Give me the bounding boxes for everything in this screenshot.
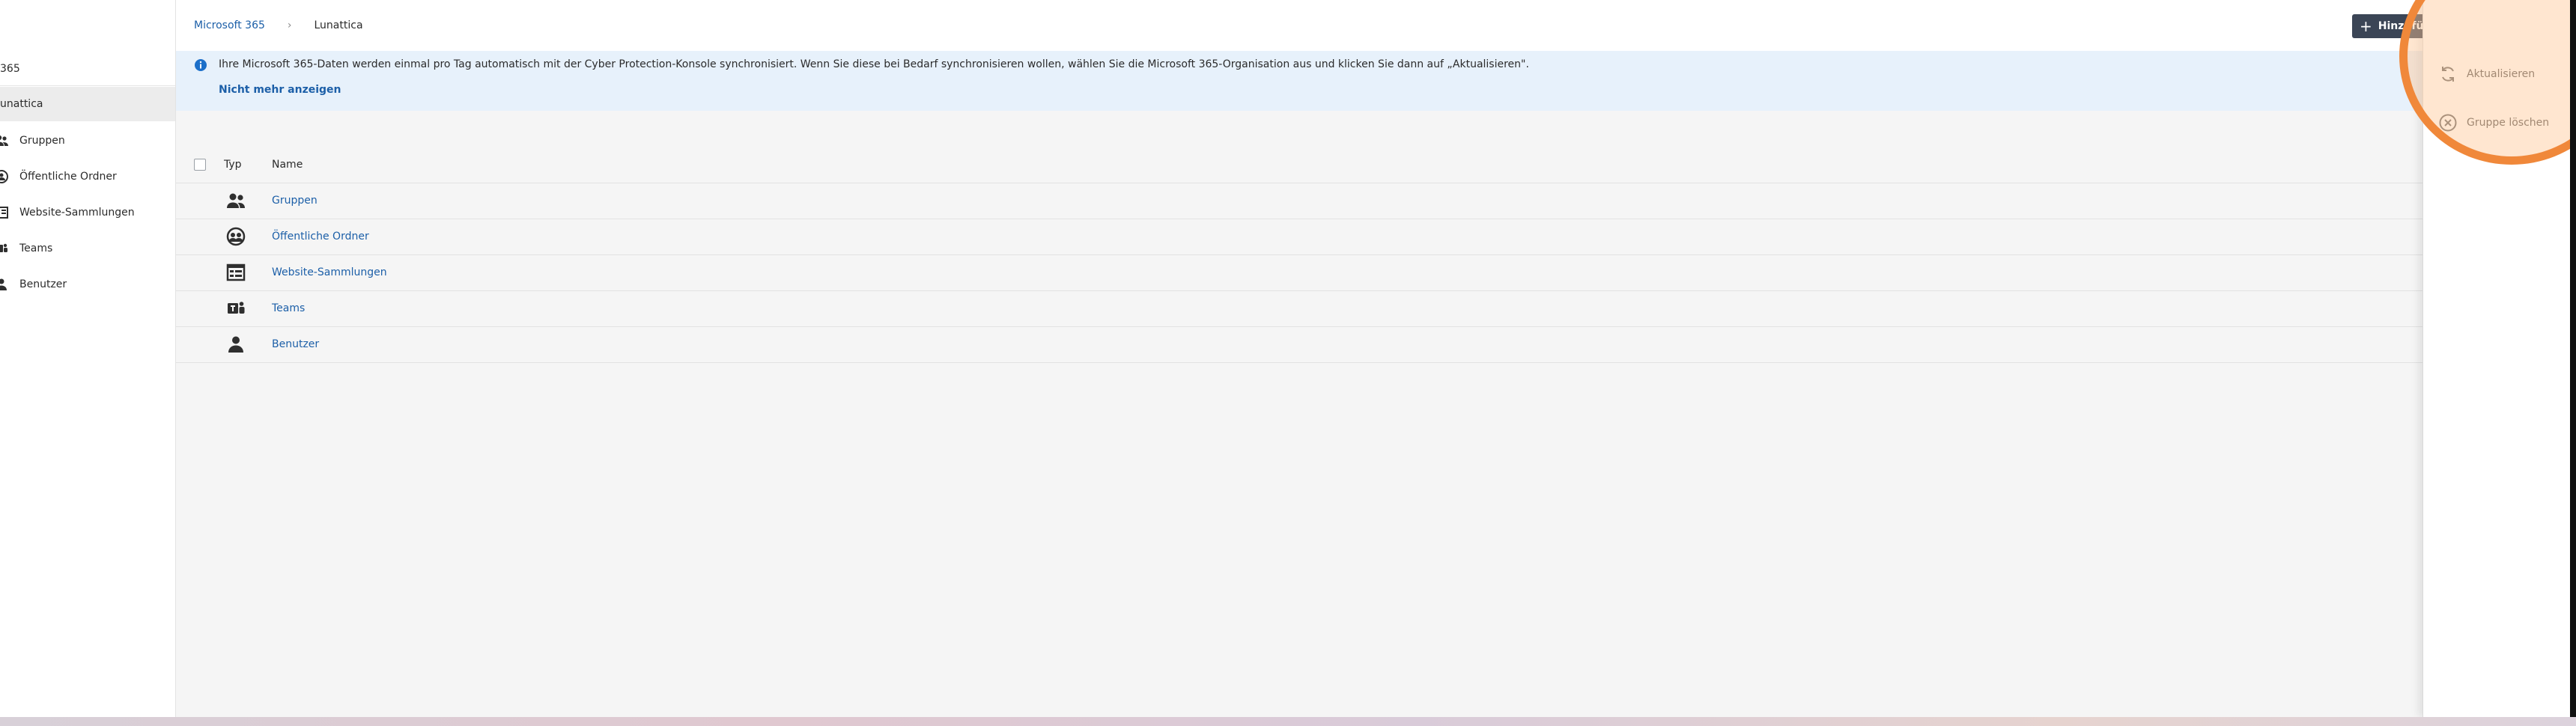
sidebar-item-organization[interactable]: unattica [0, 87, 175, 121]
sidebar-item-label: Benutzer [19, 278, 67, 290]
desktop-background-strip [0, 717, 2576, 726]
refresh-action-label: Aktualisieren [2467, 68, 2536, 80]
sidebar-item-label: unattica [0, 98, 43, 110]
site-collections-icon [225, 262, 246, 283]
table-row[interactable]: Öffentliche Ordner [176, 219, 2422, 255]
delete-circle-icon [2439, 114, 2457, 132]
refresh-icon [2442, 67, 2454, 82]
column-header-name[interactable]: Name [272, 159, 303, 171]
public-folders-icon [225, 226, 246, 247]
table-row[interactable]: Website-Sammlungen [176, 254, 2422, 291]
row-name-link[interactable]: Gruppen [272, 195, 318, 207]
row-name-link[interactable]: Benutzer [272, 338, 319, 350]
breadcrumb-separator: › [287, 19, 292, 31]
refresh-action[interactable]: Aktualisieren [2438, 64, 2535, 84]
sidebar-item-label: Website-Sammlungen [19, 207, 135, 219]
table-row[interactable]: Gruppen [176, 183, 2422, 219]
sidebar-item-label: Öffentliche Ordner [19, 171, 117, 183]
sidebar-item-site-collections[interactable]: Website-Sammlungen [0, 196, 175, 229]
delete-group-action-label: Gruppe löschen [2467, 117, 2550, 129]
dismiss-banner-link[interactable]: Nicht mehr anzeigen [219, 84, 341, 96]
banner-message: Ihre Microsoft 365-Daten werden einmal p… [219, 58, 1529, 70]
sidebar-item-label: Gruppen [19, 135, 65, 147]
site-collections-icon [0, 205, 9, 220]
breadcrumb-root[interactable]: Microsoft 365 [194, 19, 265, 31]
window-edge [2570, 0, 2576, 717]
table-header-row: Typ Name [176, 147, 2422, 183]
delete-group-action[interactable]: Gruppe löschen [2438, 113, 2549, 132]
column-header-type[interactable]: Typ [224, 159, 242, 171]
public-folders-icon [0, 169, 9, 184]
sidebar-item-label: 365 [0, 63, 20, 75]
info-icon [194, 58, 207, 72]
breadcrumb-current: Lunattica [314, 19, 363, 31]
sidebar-item-microsoft-365[interactable]: 365 [0, 52, 175, 86]
sidebar-item-label: Teams [19, 242, 53, 254]
table-row[interactable]: Teams [176, 290, 2422, 327]
sidebar-item-teams[interactable]: Teams [0, 232, 175, 265]
user-icon [225, 334, 246, 355]
top-header: Microsoft 365 › Lunattica [176, 0, 2422, 52]
select-all-checkbox[interactable] [194, 159, 206, 171]
teams-icon [0, 241, 9, 256]
row-name-link[interactable]: Website-Sammlungen [272, 266, 387, 278]
plus-icon: + [2360, 17, 2372, 35]
groups-icon [0, 133, 9, 148]
info-banner: Ihre Microsoft 365-Daten werden einmal p… [176, 51, 2576, 111]
sidebar-item-users[interactable]: Benutzer [0, 268, 175, 301]
table-row[interactable]: Benutzer [176, 326, 2422, 363]
actions-panel: Aktualisieren Gruppe löschen [2422, 0, 2576, 717]
groups-icon [225, 190, 246, 211]
sidebar: 365 unattica Gruppen Öffentliche Ordner … [0, 0, 176, 717]
sidebar-item-groups[interactable]: Gruppen [0, 124, 175, 157]
sidebar-item-public-folders[interactable]: Öffentliche Ordner [0, 160, 175, 193]
user-icon [0, 277, 9, 292]
row-name-link[interactable]: Öffentliche Ordner [272, 231, 369, 242]
row-name-link[interactable]: Teams [272, 302, 305, 314]
teams-icon [225, 298, 246, 319]
